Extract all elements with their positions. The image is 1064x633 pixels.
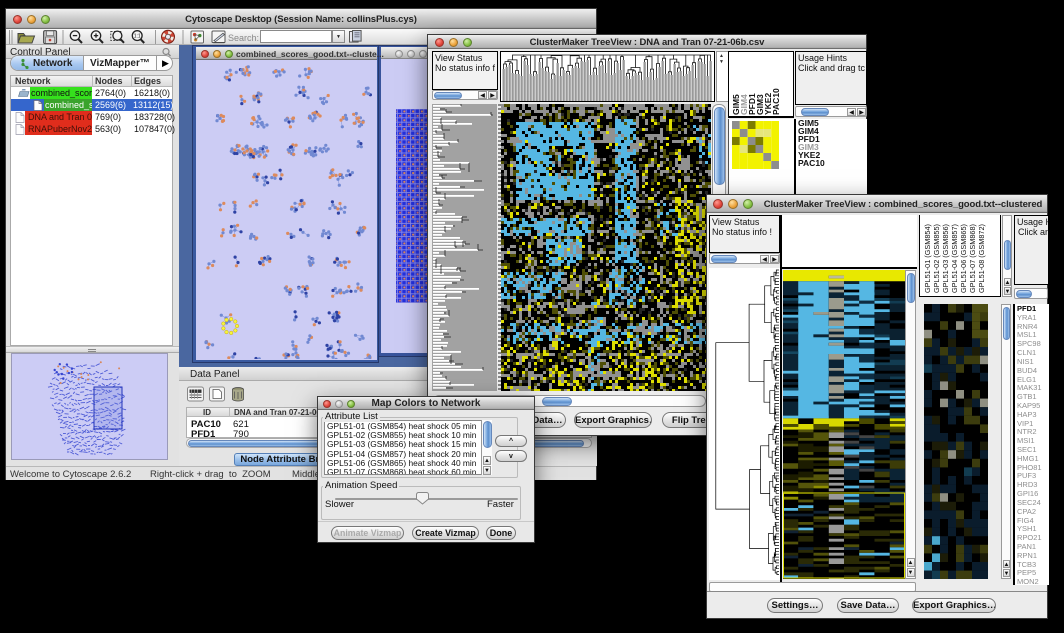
- svg-text:PAC10: PAC10: [771, 88, 781, 115]
- svg-text:GPL51-01 (GSM854): GPL51-01 (GSM854): [923, 224, 932, 293]
- svg-text:GPL51-07 (GSM868): GPL51-07 (GSM868): [968, 224, 977, 293]
- svg-text:GPL51-03 (GSM856): GPL51-03 (GSM856): [941, 224, 950, 293]
- svg-text:GPL51-04 (GSM857): GPL51-04 (GSM857): [950, 224, 959, 293]
- svg-text:1:1: 1:1: [134, 34, 141, 40]
- svg-text:GPL51-06 (GSM865): GPL51-06 (GSM865): [959, 224, 968, 293]
- svg-text:GPL51-02 (GSM855): GPL51-02 (GSM855): [932, 224, 941, 293]
- svg-text:GPL51-08 (GSM872): GPL51-08 (GSM872): [977, 224, 986, 293]
